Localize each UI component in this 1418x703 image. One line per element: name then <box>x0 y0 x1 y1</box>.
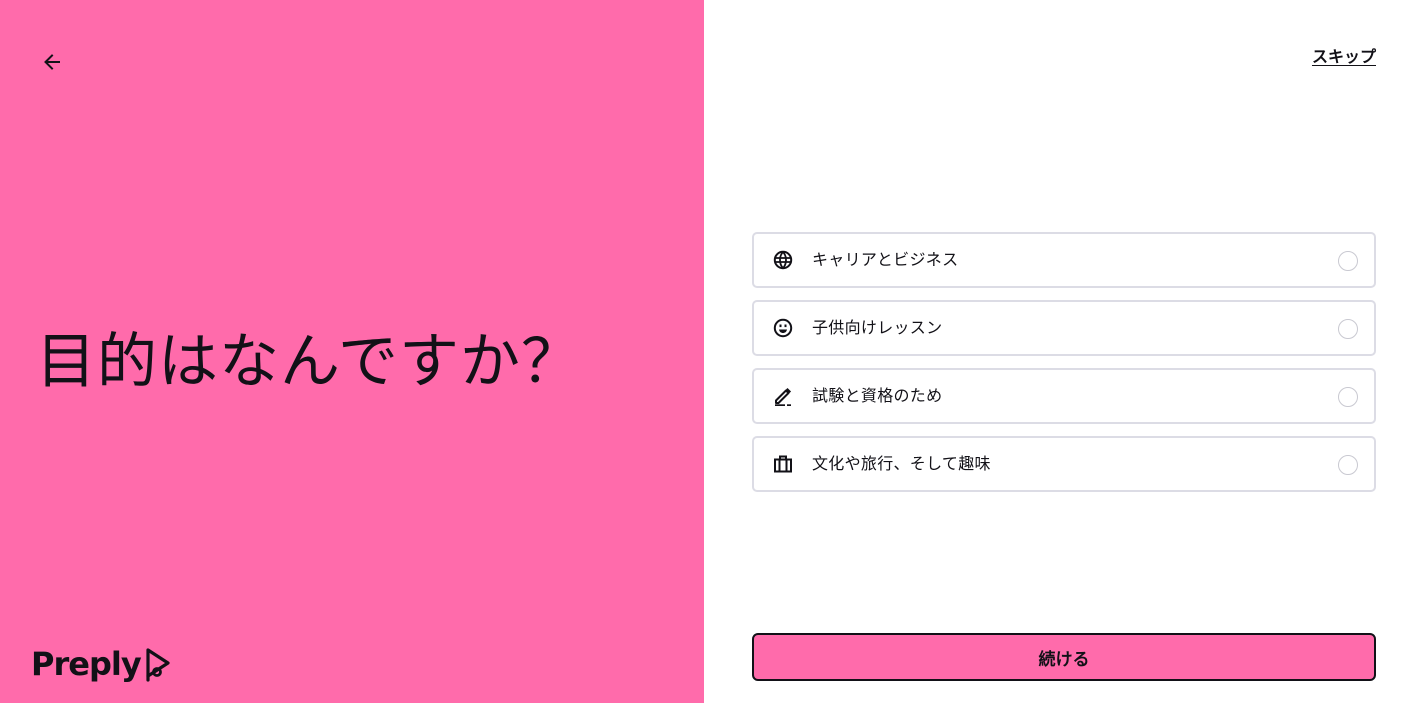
globe-icon <box>772 249 794 271</box>
option-kids-lessons[interactable]: 子供向けレッスン <box>752 300 1376 356</box>
purpose-options: キャリアとビジネス 子供向けレッスン 試験と資格のため 文化や旅行、そして趣味 <box>752 232 1376 504</box>
option-exams-certificates[interactable]: 試験と資格のため <box>752 368 1376 424</box>
left-panel: 目的はなんですか？ Preply <box>0 0 704 703</box>
pencil-icon <box>772 385 794 407</box>
option-culture-travel-hobbies[interactable]: 文化や旅行、そして趣味 <box>752 436 1376 492</box>
option-radio[interactable] <box>1338 319 1358 339</box>
back-button[interactable] <box>32 42 72 82</box>
right-panel: スキップ キャリアとビジネス 子供向けレッスン 試験と資格のため 文化や旅行、そ… <box>704 0 1418 703</box>
preply-logo: Preply <box>31 640 173 688</box>
option-label: キャリアとビジネス <box>812 250 959 269</box>
arrow-left-icon <box>44 54 60 70</box>
option-radio[interactable] <box>1338 455 1358 475</box>
suitcase-icon <box>772 453 794 475</box>
smiley-icon <box>772 317 794 339</box>
logo-text: Preply <box>31 645 142 683</box>
preply-logo-icon <box>146 648 170 682</box>
option-label: 文化や旅行、そして趣味 <box>812 454 991 473</box>
option-radio[interactable] <box>1338 251 1358 271</box>
option-radio[interactable] <box>1338 387 1358 407</box>
option-label: 試験と資格のため <box>812 386 943 405</box>
continue-button[interactable]: 続ける <box>752 633 1376 681</box>
skip-link[interactable]: スキップ <box>1312 43 1376 67</box>
page-title: 目的はなんですか？ <box>36 327 582 397</box>
option-label: 子供向けレッスン <box>812 318 943 337</box>
option-career-business[interactable]: キャリアとビジネス <box>752 232 1376 288</box>
